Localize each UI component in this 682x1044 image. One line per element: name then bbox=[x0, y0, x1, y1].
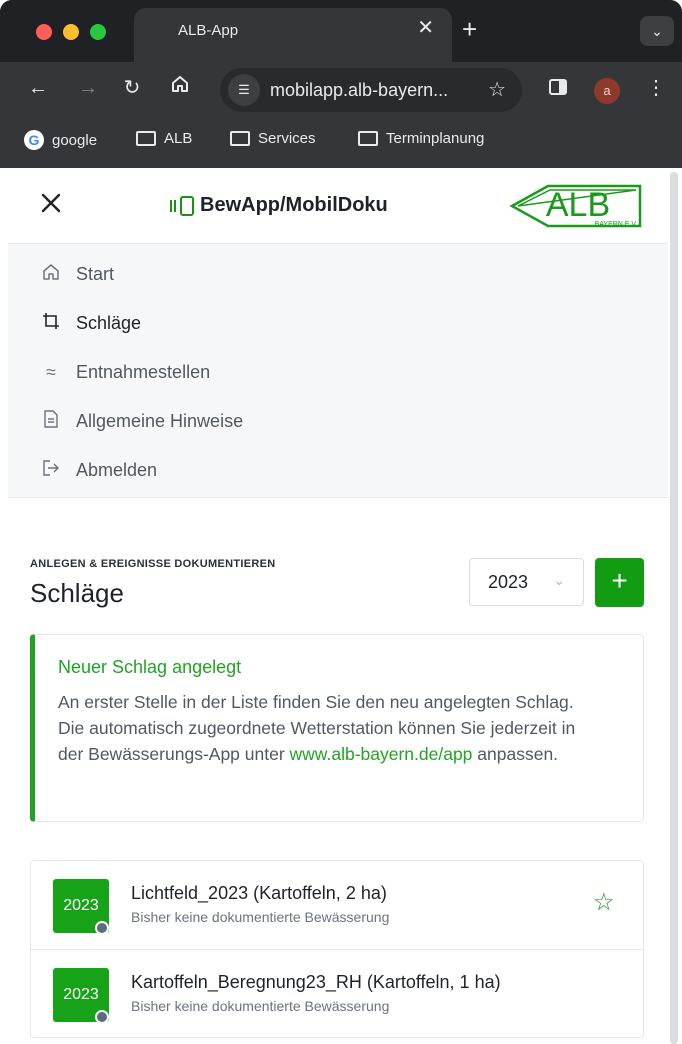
bookmark-folder-alb[interactable]: ALB bbox=[136, 130, 192, 147]
folder-icon bbox=[358, 131, 378, 146]
menu-item-entnahmestellen[interactable]: ≈ Entnahmestellen bbox=[40, 357, 210, 387]
folder-icon bbox=[230, 131, 250, 146]
bookmark-google[interactable]: G google bbox=[24, 130, 97, 150]
add-field-button[interactable]: + bbox=[595, 558, 644, 607]
browser-toolbar: ← → ↻ ☰ mobilapp.alb-bayern... ☆ ⋮ bbox=[0, 62, 682, 118]
app-header: BewApp/MobilDoku ALB BAYERN E.V. bbox=[8, 168, 668, 244]
side-menu: Start Schläge ≈ Entnahmestellen Allgemei… bbox=[8, 244, 668, 498]
browser-tab[interactable]: ALB-App ✕ bbox=[134, 8, 452, 62]
site-info-icon[interactable]: ☰ bbox=[228, 74, 260, 106]
notice-body: An erster Stelle in der Liste finden Sie… bbox=[58, 689, 603, 767]
notice-text-end: anpassen. bbox=[472, 744, 559, 764]
star-icon[interactable]: ☆ bbox=[593, 891, 615, 915]
bookmarks-bar: G google ALB Services Terminplanung bbox=[0, 118, 682, 162]
field-list: 2023 Lichtfeld_2023 (Kartoffeln, 2 ha) B… bbox=[30, 860, 644, 1038]
menu-item-label: Schläge bbox=[76, 312, 142, 333]
chevron-down-icon: ⌄ bbox=[553, 572, 565, 588]
notice-title: Neuer Schlag angelegt bbox=[58, 657, 242, 677]
bookmark-star-icon[interactable]: ☆ bbox=[488, 78, 506, 102]
device-icon bbox=[170, 195, 194, 216]
status-dot bbox=[95, 1010, 109, 1024]
list-item[interactable]: 2023 Kartoffeln_Beregnung23_RH (Kartoffe… bbox=[31, 949, 643, 1037]
profile-avatar[interactable]: a bbox=[594, 78, 620, 104]
home-icon bbox=[40, 263, 62, 286]
success-notice: Neuer Schlag angelegt An erster Stelle i… bbox=[30, 634, 644, 822]
url-text[interactable]: mobilapp.alb-bayern... bbox=[270, 80, 448, 101]
tab-close-icon[interactable]: ✕ bbox=[417, 18, 434, 38]
reload-icon[interactable]: ↻ bbox=[118, 74, 146, 102]
home-icon[interactable] bbox=[166, 74, 194, 102]
year-select[interactable]: 2023 ⌄ bbox=[469, 558, 584, 606]
tab-search-button[interactable]: ⌄ bbox=[640, 16, 674, 46]
svg-text:ALB: ALB bbox=[546, 186, 610, 224]
folder-icon bbox=[136, 131, 156, 146]
bookmark-label: Terminplanung bbox=[386, 130, 485, 147]
field-subtitle: Bisher keine dokumentierte Bewässerung bbox=[131, 998, 390, 1014]
window-minimize-button[interactable] bbox=[63, 24, 79, 40]
list-item[interactable]: 2023 Lichtfeld_2023 (Kartoffeln, 2 ha) B… bbox=[31, 861, 643, 949]
water-icon: ≈ bbox=[46, 361, 56, 382]
browser-chrome: ALB-App ✕ + ⌄ ← → ↻ ☰ mobilapp.alb-bayer… bbox=[0, 0, 682, 168]
app-link[interactable]: www.alb-bayern.de/app bbox=[290, 744, 473, 764]
page-title: Schläge bbox=[30, 578, 124, 608]
page-scrollbar[interactable] bbox=[670, 172, 678, 1044]
bookmark-folder-terminplanung[interactable]: Terminplanung bbox=[358, 130, 484, 147]
forward-arrow-icon[interactable]: → bbox=[74, 74, 102, 102]
window-maximize-button[interactable] bbox=[90, 24, 106, 40]
address-bar[interactable]: ☰ mobilapp.alb-bayern... ☆ bbox=[220, 68, 522, 112]
bookmark-folder-services[interactable]: Services bbox=[230, 130, 316, 147]
year-select-value: 2023 bbox=[488, 572, 529, 592]
app-brand: BewApp/MobilDoku bbox=[170, 194, 388, 217]
bookmark-label: ALB bbox=[164, 130, 193, 147]
field-title: Lichtfeld_2023 (Kartoffeln, 2 ha) bbox=[131, 883, 387, 903]
menu-item-start[interactable]: Start bbox=[40, 259, 114, 289]
menu-item-label: Start bbox=[76, 263, 115, 284]
side-panel-icon[interactable] bbox=[544, 76, 572, 104]
tab-title: ALB-App bbox=[178, 22, 239, 39]
menu-item-label: Abmelden bbox=[76, 459, 158, 480]
menu-item-label: Entnahmestellen bbox=[76, 361, 211, 382]
svg-text:BAYERN E.V.: BAYERN E.V. bbox=[595, 221, 638, 228]
field-subtitle: Bisher keine dokumentierte Bewässerung bbox=[131, 909, 390, 925]
app-page: BewApp/MobilDoku ALB BAYERN E.V. Start S… bbox=[8, 168, 668, 1044]
menu-item-hinweise[interactable]: Allgemeine Hinweise bbox=[40, 406, 243, 436]
close-icon[interactable] bbox=[38, 190, 64, 222]
status-dot bbox=[95, 921, 109, 935]
app-title: BewApp/MobilDoku bbox=[200, 194, 388, 216]
more-menu-icon[interactable]: ⋮ bbox=[642, 74, 670, 102]
window-close-button[interactable] bbox=[36, 24, 52, 40]
back-arrow-icon[interactable]: ← bbox=[24, 74, 52, 102]
menu-item-schlaege[interactable]: Schläge bbox=[40, 308, 141, 338]
new-tab-button[interactable]: + bbox=[462, 16, 477, 42]
logout-icon bbox=[40, 459, 62, 482]
field-title: Kartoffeln_Beregnung23_RH (Kartoffeln, 1… bbox=[131, 972, 501, 992]
menu-item-label: Allgemeine Hinweise bbox=[76, 410, 244, 431]
tab-strip: ALB-App ✕ + ⌄ bbox=[0, 0, 682, 62]
menu-item-abmelden[interactable]: Abmelden bbox=[40, 455, 157, 485]
section-kicker: ANLEGEN & EREIGNISSE DOKUMENTIEREN bbox=[30, 558, 276, 570]
document-icon bbox=[40, 409, 62, 433]
google-icon: G bbox=[24, 130, 44, 150]
bookmark-label: google bbox=[52, 131, 98, 149]
bookmark-label: Services bbox=[258, 130, 316, 147]
alb-logo: ALB BAYERN E.V. bbox=[509, 184, 642, 228]
crop-icon bbox=[40, 312, 62, 335]
